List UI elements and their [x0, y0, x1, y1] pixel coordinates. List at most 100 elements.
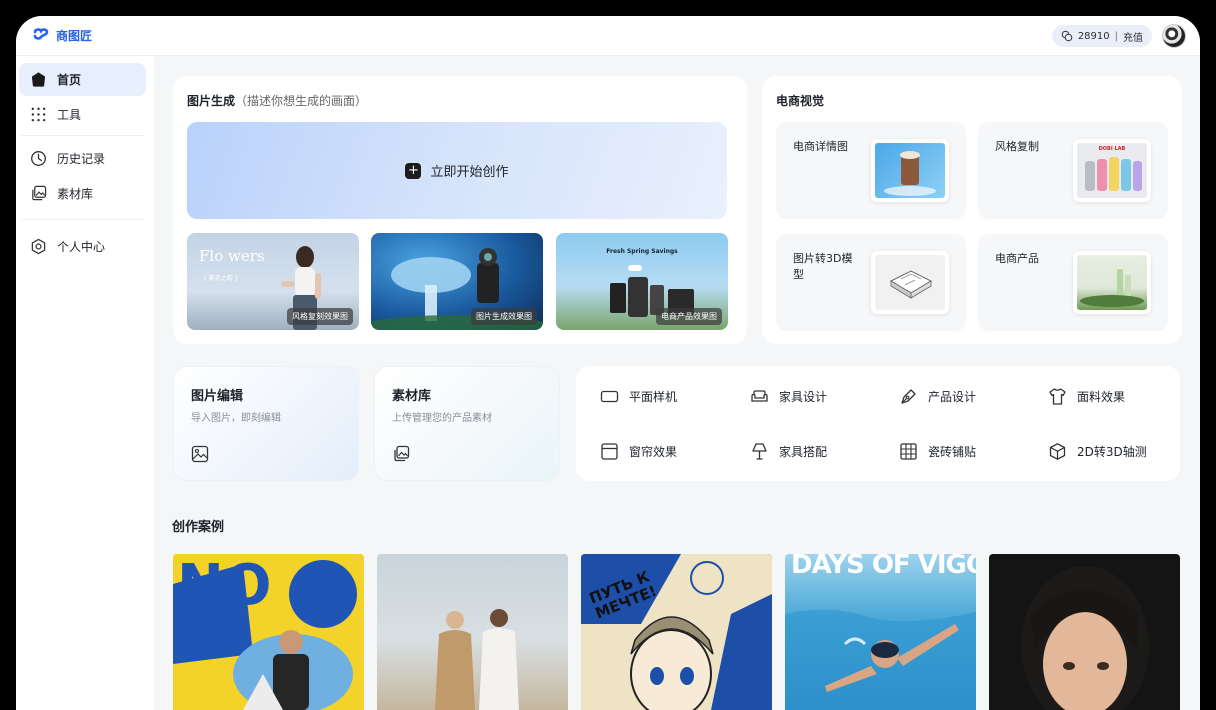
sidebar-item-home[interactable]: 首页 [19, 63, 146, 96]
tool-label: 家具设计 [779, 390, 828, 404]
case-swimmer[interactable]: DAYS OF VIGOR [785, 554, 976, 710]
cases-title: 创作案例 [172, 520, 225, 535]
credits-separator: | [1114, 30, 1118, 42]
image-to-3d-item[interactable]: 图片转3D模型 [776, 234, 966, 331]
logo-mark-icon [33, 28, 49, 40]
tool-label: 家具搭配 [779, 445, 828, 459]
material-library-card[interactable]: 素材库 上传管理您的产品素材 [374, 366, 560, 481]
home-icon [31, 72, 46, 87]
tool-label: 窗帘效果 [629, 445, 678, 459]
sidebar: 首页 工具 历史记录 素材库 个人中心 [16, 56, 154, 710]
thumb-tag: 风格复刻效果图 [287, 308, 353, 325]
image-generation-subtitle: （描述你想生成的画面） [235, 94, 368, 108]
lamp-icon [752, 443, 767, 460]
case-poster-no[interactable]: NO [173, 554, 364, 710]
tile-grid-icon [900, 443, 917, 460]
sidebar-item-history[interactable]: 历史记录 [19, 142, 146, 175]
tool-flat-mockup[interactable]: 平面样机 [600, 387, 677, 406]
window-icon [601, 443, 618, 460]
tools-panel: 平面样机 家具设计 产品设计 面料效果 窗帘效果 家具搭配 瓷砖铺贴 2D转3D… [576, 366, 1180, 481]
avatar[interactable] [1162, 24, 1186, 48]
floorplan-3d-illustration [889, 270, 933, 299]
shirt-icon [1049, 388, 1066, 405]
flowers-overlay-text: Flo wers [199, 247, 265, 265]
ecommerce-visual-card: 电商视觉 电商详情图 风格复制 DOBI LAB 图片转3D模型 电商产品 [762, 76, 1182, 344]
start-creating-button[interactable]: + 立即开始创作 [187, 122, 727, 219]
image-to-3d-thumb [871, 251, 949, 314]
sidebar-divider [21, 135, 143, 136]
credits-badge[interactable]: 28910 | 充值 [1051, 25, 1152, 47]
gallery-icon [32, 185, 47, 201]
rectangle-icon [600, 390, 619, 403]
swimmer-headline-text: DAYS OF VIGOR [791, 554, 976, 580]
ecommerce-product-item[interactable]: 电商产品 [978, 234, 1168, 331]
grid-icon [31, 107, 46, 122]
sidebar-item-label: 素材库 [57, 187, 94, 201]
ecommerce-detail-thumb [871, 139, 949, 202]
ecommerce-item-label: 电商产品 [995, 252, 1039, 265]
sidebar-item-label: 首页 [57, 73, 82, 87]
image-icon [191, 445, 209, 463]
green-bottles-illustration [1080, 269, 1144, 307]
plus-icon: + [405, 162, 422, 179]
sidebar-item-label: 工具 [57, 108, 82, 122]
sidebar-item-tools[interactable]: 工具 [19, 98, 146, 131]
top-bar: 商图匠 28910 | 充值 [16, 16, 1200, 56]
tool-label: 瓷砖铺贴 [928, 445, 977, 459]
ecommerce-item-label: 电商详情图 [793, 140, 848, 153]
case-portrait[interactable] [989, 554, 1180, 710]
app-window: 商图匠 28910 | 充值 首页 工具 历史记录 素材库 个人中心 图片生成（… [16, 16, 1200, 710]
tool-furniture-match[interactable]: 家具搭配 [750, 442, 827, 461]
style-copy-thumb: DOBI LAB [1073, 139, 1151, 202]
logo-text: 商图匠 [56, 28, 93, 43]
tool-2d-to-3d[interactable]: 2D转3D轴测 [1048, 442, 1147, 461]
clock-icon [31, 151, 46, 166]
style-copy-item[interactable]: 风格复制 DOBI LAB [978, 122, 1168, 219]
sidebar-item-label: 个人中心 [57, 240, 106, 254]
tool-fabric-effect[interactable]: 面料效果 [1048, 387, 1125, 406]
sidebar-item-library[interactable]: 素材库 [19, 177, 146, 210]
ecommerce-item-label: 风格复制 [995, 140, 1039, 153]
material-library-title: 素材库 [392, 389, 432, 404]
tool-product-design[interactable]: 产品设计 [899, 387, 976, 406]
coins-icon [1061, 30, 1073, 42]
portrait-illustration [1021, 566, 1149, 710]
material-library-subtitle: 上传管理您的产品素材 [392, 413, 492, 424]
recharge-link[interactable]: 充值 [1123, 29, 1143, 44]
tool-label: 面料效果 [1077, 390, 1126, 404]
poster-no-text: NO [177, 554, 272, 618]
image-edit-title: 图片编辑 [191, 389, 244, 404]
coffee-cup-illustration [884, 151, 936, 196]
credits-value: 28910 [1077, 30, 1110, 42]
case-fashion-duo[interactable] [377, 554, 568, 710]
tool-label: 平面样机 [629, 390, 678, 404]
dobi-lab-text: DOBI LAB [1098, 146, 1126, 152]
ecommerce-product-thumb [1073, 251, 1151, 314]
image-generation-title-text: 图片生成 [187, 94, 236, 108]
tool-tile-laying[interactable]: 瓷砖铺贴 [899, 442, 976, 461]
sidebar-item-label: 历史记录 [57, 152, 106, 166]
sofa-icon [751, 390, 768, 402]
thumb-tag: 电商产品效果图 [656, 308, 722, 325]
image-generation-title: 图片生成（描述你想生成的画面） [187, 92, 367, 109]
sidebar-divider [21, 219, 143, 220]
tool-label: 2D转3D轴测 [1077, 445, 1147, 459]
image-generation-card: 图片生成（描述你想生成的画面） + 立即开始创作 Flo wers { 繁花之韵… [173, 76, 747, 344]
ecommerce-visual-title: 电商视觉 [776, 94, 825, 108]
start-creating-label: 立即开始创作 [430, 165, 509, 180]
gallery-icon [394, 445, 410, 462]
ecommerce-product-example[interactable]: Fresh Spring Savings 电商产品效果图 [556, 233, 728, 330]
ecommerce-detail-item[interactable]: 电商详情图 [776, 122, 966, 219]
tool-curtain-effect[interactable]: 窗帘效果 [600, 442, 677, 461]
pen-icon [901, 389, 916, 404]
style-replica-example[interactable]: Flo wers { 繁花之韵 } 风格复刻效果图 [187, 233, 359, 330]
fashion-duo-illustration [435, 609, 519, 710]
image-generation-example[interactable]: 图片生成效果图 [371, 233, 543, 330]
tool-furniture-design[interactable]: 家具设计 [750, 387, 827, 406]
image-edit-card[interactable]: 图片编辑 导入图片，即刻编辑 [173, 366, 359, 481]
logo[interactable]: 商图匠 [32, 26, 92, 44]
case-anime-poster[interactable]: ПУТЬ К МЕЧТЕ! [581, 554, 772, 710]
cube-icon [1049, 443, 1066, 460]
flowers-overlay-sub: { 繁花之韵 } [203, 275, 239, 282]
sidebar-item-profile[interactable]: 个人中心 [19, 230, 146, 263]
